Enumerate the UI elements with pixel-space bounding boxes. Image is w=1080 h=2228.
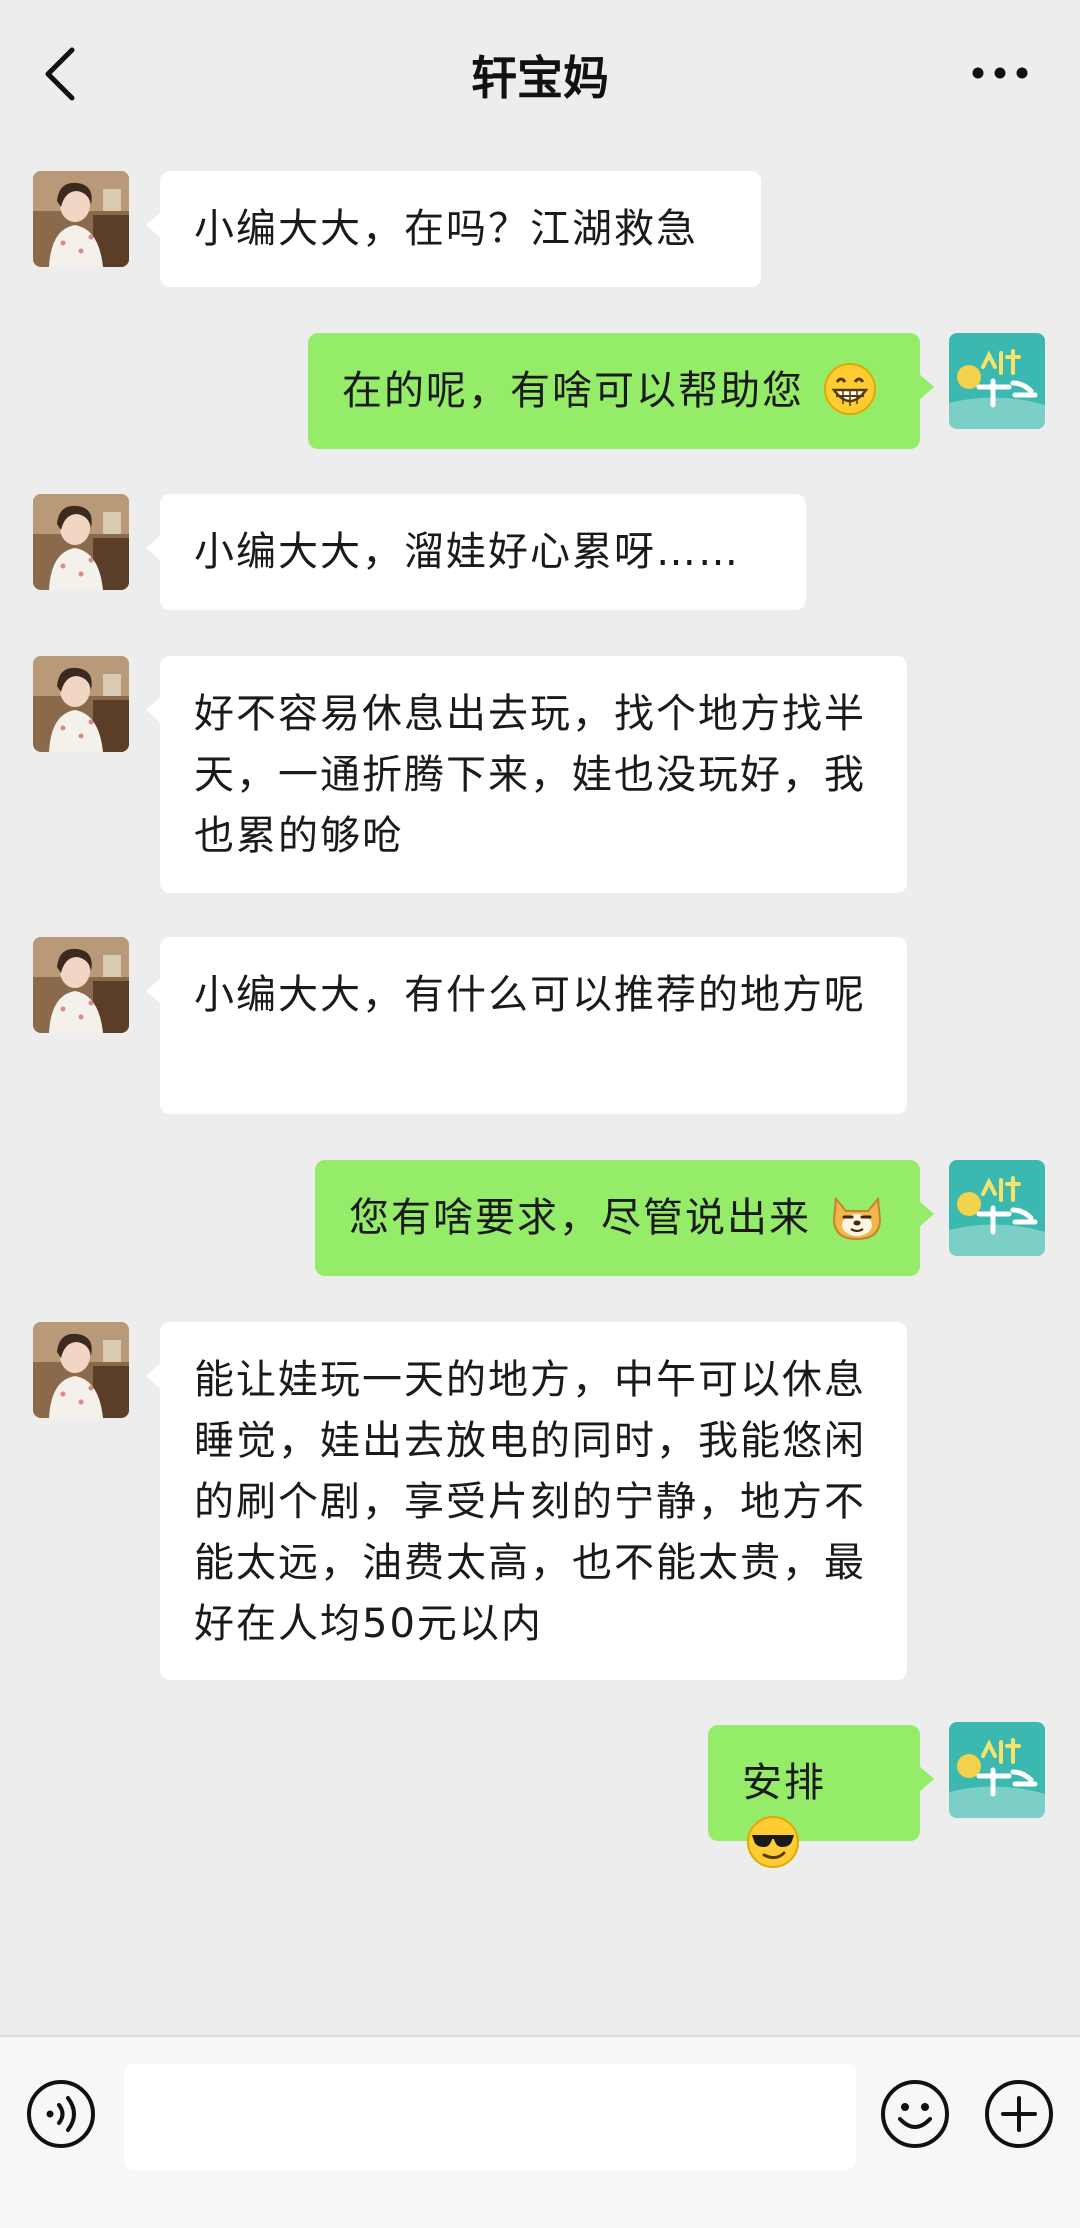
my-avatar[interactable] xyxy=(949,1722,1045,1818)
incoming-message-bubble[interactable]: 小编大大，在吗？江湖救急 xyxy=(146,171,761,287)
incoming-message-bubble[interactable]: 小编大大，溜娃好心累呀…… xyxy=(146,494,806,610)
plus-icon[interactable] xyxy=(984,2079,1054,2149)
chevron-left-icon[interactable] xyxy=(40,44,80,104)
message-text: 您有啥要求，尽管说出来 xyxy=(349,1195,811,1241)
my-avatar[interactable] xyxy=(949,333,1045,429)
message-text: 小编大大，在吗？江湖救急 xyxy=(194,206,698,252)
chat-title: 轩宝妈 xyxy=(471,51,609,105)
outgoing-message-bubble[interactable]: 安排 xyxy=(708,1725,934,1868)
message-text: 能让娃玩一天的地方，中午可以休息睡觉，娃出去放电的同时，我能悠闲的刷个剧，享受片… xyxy=(194,1357,866,1647)
contact-avatar[interactable] xyxy=(33,937,129,1033)
smile-icon[interactable] xyxy=(880,2079,950,2149)
message-text: 好不容易休息出去玩，找个地方找半天，一通折腾下来，娃也没玩好，我也累的够呛 xyxy=(194,691,866,859)
message-input[interactable] xyxy=(124,2064,856,2170)
grin-emoji-icon xyxy=(823,363,876,415)
incoming-message-bubble[interactable]: 能让娃玩一天的地方，中午可以休息睡觉，娃出去放电的同时，我能悠闲的刷个剧，享受片… xyxy=(146,1322,907,1680)
voice-icon[interactable] xyxy=(26,2079,96,2149)
contact-avatar[interactable] xyxy=(33,494,129,590)
incoming-message-bubble[interactable]: 小编大大，有什么可以推荐的地方呢 xyxy=(146,937,907,1114)
outgoing-message-bubble[interactable]: 在的呢，有啥可以帮助您 xyxy=(308,333,934,449)
chat-header: 轩宝妈 xyxy=(0,0,1080,150)
doge-emoji-icon xyxy=(832,1196,881,1241)
message-text: 小编大大，溜娃好心累呀…… xyxy=(194,529,740,575)
message-text: 安排 xyxy=(742,1760,826,1806)
contact-avatar[interactable] xyxy=(33,171,129,267)
contact-avatar[interactable] xyxy=(33,656,129,752)
input-bar xyxy=(0,2035,1080,2228)
outgoing-message-bubble[interactable]: 您有啥要求，尽管说出来 xyxy=(315,1160,934,1276)
incoming-message-bubble[interactable]: 好不容易休息出去玩，找个地方找半天，一通折腾下来，娃也没玩好，我也累的够呛 xyxy=(146,656,907,893)
sunglasses-emoji-icon xyxy=(747,1816,799,1868)
message-text: 在的呢，有啥可以帮助您 xyxy=(342,368,804,414)
my-avatar[interactable] xyxy=(949,1160,1045,1256)
message-text: 小编大大，有什么可以推荐的地方呢 xyxy=(194,972,866,1018)
more-dots-icon[interactable] xyxy=(970,58,1030,88)
contact-avatar[interactable] xyxy=(33,1322,129,1418)
